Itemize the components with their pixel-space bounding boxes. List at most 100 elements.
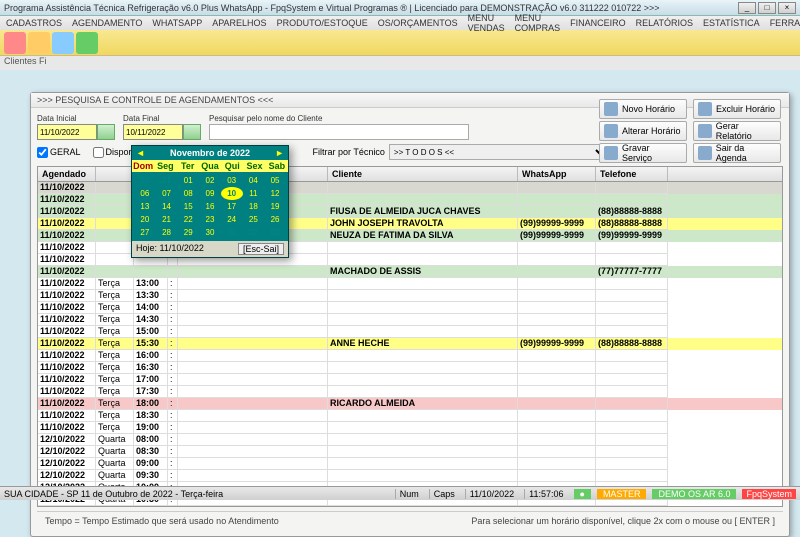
cal-weekdays: DomSegTerQuaQuiSexSab — [132, 160, 288, 172]
cal-day[interactable]: 22 — [177, 213, 199, 226]
gerar-relatorio-button[interactable]: Gerar Relatório — [693, 121, 781, 141]
col-agendado[interactable]: Agendado — [38, 167, 96, 181]
novo-horario-button[interactable]: Novo Horário — [599, 99, 687, 119]
menu-ferramentas[interactable]: FERRAMENTAS — [770, 18, 800, 28]
menu-os[interactable]: OS/ORÇAMENTOS — [378, 18, 458, 28]
table-row[interactable]: 12/10/2022Quarta08:30: — [38, 446, 782, 458]
table-row[interactable]: 12/10/2022Quarta09:30: — [38, 470, 782, 482]
cal-next-icon[interactable]: ► — [275, 148, 284, 158]
calendar-icon[interactable] — [183, 124, 201, 140]
chk-dispor[interactable]: Dispor — [93, 147, 132, 158]
table-row[interactable]: 11/10/2022Terça16:30: — [38, 362, 782, 374]
close-button[interactable]: × — [778, 2, 796, 14]
menu-compras[interactable]: MENU COMPRAS — [515, 13, 561, 33]
table-row[interactable]: 11/10/2022Terça17:00: — [38, 374, 782, 386]
table-row[interactable]: 11/10/2022Terça18:00:RICARDO ALMEIDA — [38, 398, 782, 410]
cal-day[interactable]: 03 — [221, 174, 243, 187]
cal-prev-icon[interactable]: ◄ — [136, 148, 145, 158]
sair-agenda-button[interactable]: Sair da Agenda — [693, 143, 781, 163]
menu-vendas[interactable]: MENU VENDAS — [468, 13, 505, 33]
cal-day[interactable]: 24 — [221, 213, 243, 226]
cal-day[interactable]: 27 — [134, 226, 156, 239]
data-inicial-input[interactable] — [37, 124, 97, 140]
cal-day[interactable]: 09 — [199, 187, 221, 200]
table-row[interactable]: 11/10/2022MACHADO DE ASSIS(77)77777-7777 — [38, 266, 782, 278]
agenda-panel: >>> PESQUISA E CONTROLE DE AGENDAMENTOS … — [30, 92, 790, 537]
toolbar-icon[interactable] — [28, 32, 50, 54]
cal-day[interactable]: 23 — [199, 213, 221, 226]
cal-day[interactable]: 16 — [199, 200, 221, 213]
cal-day[interactable]: 12 — [264, 187, 286, 200]
col-dia[interactable] — [96, 167, 134, 181]
cal-day[interactable]: 30 — [199, 226, 221, 239]
cal-day[interactable]: 05 — [264, 174, 286, 187]
alterar-horario-button[interactable]: Alterar Horário — [599, 121, 687, 141]
cal-day[interactable]: 01 — [177, 174, 199, 187]
menu-agendamento[interactable]: AGENDAMENTO — [72, 18, 142, 28]
data-final-input[interactable] — [123, 124, 183, 140]
col-telefone[interactable]: Telefone — [596, 167, 668, 181]
cal-day[interactable]: 19 — [264, 200, 286, 213]
cal-day[interactable]: 26 — [264, 213, 286, 226]
menu-cadastros[interactable]: CADASTROS — [6, 18, 62, 28]
cal-day[interactable]: 29 — [177, 226, 199, 239]
minimize-button[interactable]: _ — [738, 2, 756, 14]
cal-day[interactable]: 03 — [264, 226, 286, 239]
table-row[interactable]: 11/10/2022Terça14:00: — [38, 302, 782, 314]
status-num: Num — [395, 489, 423, 499]
cal-day[interactable]: 31 — [156, 174, 178, 187]
cal-day[interactable]: 14 — [156, 200, 178, 213]
menu-relatorios[interactable]: RELATÓRIOS — [636, 18, 693, 28]
search-cliente-input[interactable] — [209, 124, 469, 140]
table-row[interactable]: 11/10/2022Terça13:30: — [38, 290, 782, 302]
toolbar-icon[interactable] — [52, 32, 74, 54]
table-row[interactable]: 12/10/2022Quarta08:00: — [38, 434, 782, 446]
cal-day[interactable]: 15 — [177, 200, 199, 213]
table-row[interactable]: 11/10/2022Terça13:00: — [38, 278, 782, 290]
tecnico-select[interactable]: >> T O D O S << — [389, 144, 609, 160]
cal-day[interactable]: 07 — [156, 187, 178, 200]
cal-day[interactable]: 01 — [221, 226, 243, 239]
table-row[interactable]: 11/10/2022Terça17:30: — [38, 386, 782, 398]
table-row[interactable]: 12/10/2022Quarta09:00: — [38, 458, 782, 470]
toolbar-icon[interactable] — [76, 32, 98, 54]
footer-left: Tempo = Tempo Estimado que será usado no… — [45, 516, 279, 526]
table-row[interactable]: 11/10/2022Terça14:30: — [38, 314, 782, 326]
cal-day[interactable]: 02 — [199, 174, 221, 187]
menu-aparelhos[interactable]: APARELHOS — [212, 18, 266, 28]
cal-day[interactable]: 20 — [134, 213, 156, 226]
col-cliente[interactable]: Cliente — [328, 167, 518, 181]
cal-day[interactable]: 13 — [134, 200, 156, 213]
chk-geral[interactable]: GERAL — [37, 147, 81, 158]
cal-day[interactable]: 18 — [243, 200, 265, 213]
cal-day[interactable]: 30 — [134, 174, 156, 187]
cal-day[interactable]: 25 — [243, 213, 265, 226]
cal-day[interactable]: 10 — [221, 187, 243, 200]
cal-day[interactable]: 11 — [243, 187, 265, 200]
cal-day[interactable]: 04 — [243, 174, 265, 187]
toolbar-icon[interactable] — [4, 32, 26, 54]
col-whatsapp[interactable]: WhatsApp — [518, 167, 596, 181]
menu-whatsapp[interactable]: WHATSAPP — [152, 18, 202, 28]
table-row[interactable]: 11/10/2022Terça18:30: — [38, 410, 782, 422]
cal-day[interactable]: 21 — [156, 213, 178, 226]
menu-financeiro[interactable]: FINANCEIRO — [570, 18, 626, 28]
table-row[interactable]: 11/10/2022Terça15:00: — [38, 326, 782, 338]
cal-day[interactable]: 28 — [156, 226, 178, 239]
calendar-icon[interactable] — [97, 124, 115, 140]
table-row[interactable]: 11/10/2022Terça15:30:ANNE HECHE(99)99999… — [38, 338, 782, 350]
maximize-button[interactable]: □ — [758, 2, 776, 14]
table-row[interactable]: 11/10/2022Terça16:00: — [38, 350, 782, 362]
tab-clientes[interactable]: Clientes Fi — [4, 56, 47, 66]
cal-day[interactable]: 06 — [134, 187, 156, 200]
cal-esc-button[interactable]: [Esc-Sai] — [238, 243, 284, 255]
table-row[interactable]: 11/10/2022Terça19:00: — [38, 422, 782, 434]
menu-produto[interactable]: PRODUTO/ESTOQUE — [277, 18, 368, 28]
cal-day[interactable]: 17 — [221, 200, 243, 213]
cal-day[interactable]: 02 — [243, 226, 265, 239]
menu-estatistica[interactable]: ESTATÍSTICA — [703, 18, 760, 28]
excluir-horario-button[interactable]: Excluir Horário — [693, 99, 781, 119]
cal-today-label[interactable]: Hoje: 11/10/2022 — [136, 243, 204, 255]
gravar-servico-button[interactable]: Gravar Serviço — [599, 143, 687, 163]
cal-day[interactable]: 08 — [177, 187, 199, 200]
